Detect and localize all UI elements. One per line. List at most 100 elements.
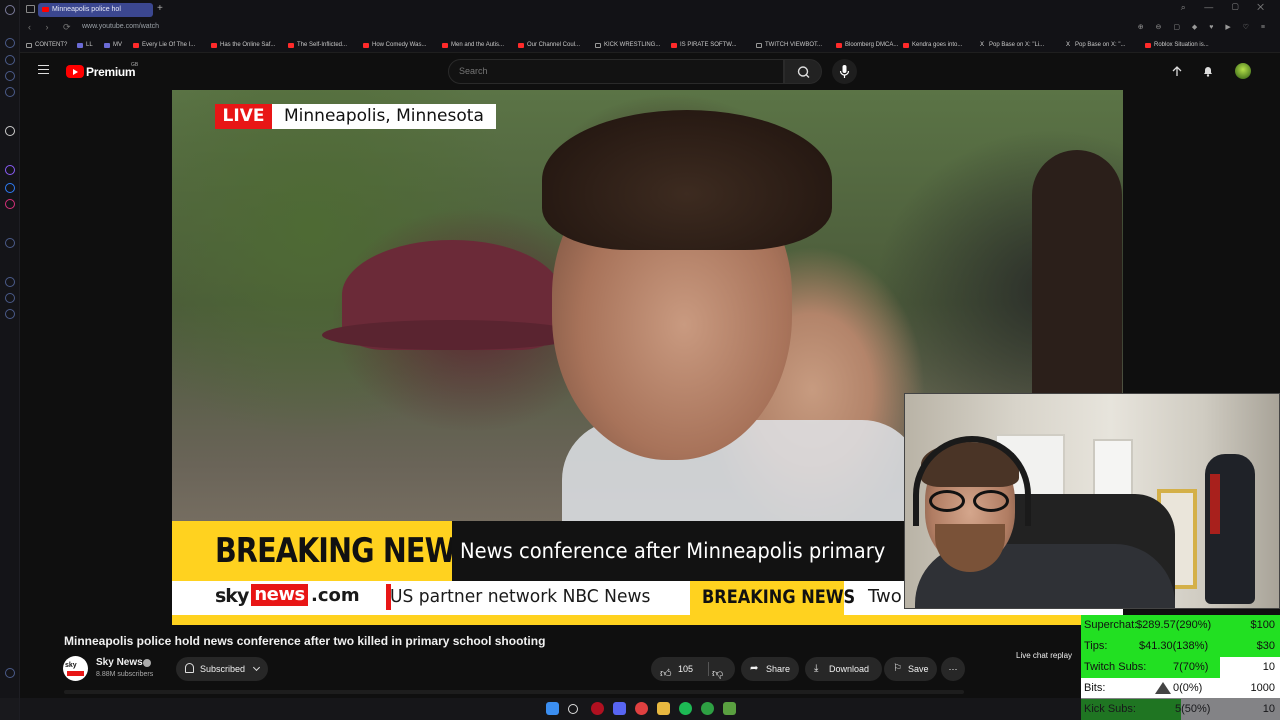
save-button[interactable]: ⚐ Save xyxy=(884,657,937,681)
streamer-webcam xyxy=(904,393,1280,609)
bookmark-item[interactable]: Kendra goes into... xyxy=(903,40,962,51)
opera-taskbar-icon[interactable] xyxy=(591,702,604,715)
bookmark-item[interactable]: Roblox Situation is... xyxy=(1145,40,1209,51)
xbox-icon[interactable] xyxy=(701,702,714,715)
arrow-icon[interactable] xyxy=(5,126,15,136)
bookmark-item[interactable]: MV xyxy=(104,40,122,51)
window-controls[interactable]: ⌕ — ▢ ✕ xyxy=(1181,2,1272,13)
windows-taskbar xyxy=(0,698,1280,720)
address-bar: ‹ › ⟳ www.youtube.com/watch ⊕ ⊖ ▢ ◆ ♥ ▶ … xyxy=(20,19,1280,38)
bookmark-item[interactable]: KICK WRESTLING... xyxy=(595,40,660,51)
share-button[interactable]: ➦ Share xyxy=(741,657,799,681)
bookmark-item[interactable]: TWITCH VIEWBOT... xyxy=(756,40,822,51)
site-favicon-icon xyxy=(77,43,83,48)
speaker-hair xyxy=(542,110,832,250)
youtube-favicon-icon xyxy=(42,7,49,12)
bookmark-item[interactable]: Bloomberg DMCA... xyxy=(836,40,898,51)
stat-goal: 1000 xyxy=(1250,682,1275,694)
instagram-icon[interactable] xyxy=(5,199,15,209)
discord-taskbar-icon[interactable] xyxy=(613,702,626,715)
bookmark-item[interactable]: IS PIRATE SOFTW... xyxy=(671,40,737,51)
obs-taskbar-icon[interactable] xyxy=(635,702,648,715)
channel-name[interactable]: Sky News xyxy=(96,657,143,668)
bookmark-label: Pop Base on X: "Li... xyxy=(989,42,1045,48)
stat-goal: $30 xyxy=(1256,640,1275,652)
url-field[interactable]: www.youtube.com/watch xyxy=(82,23,159,30)
bookmark-item[interactable]: LL xyxy=(77,40,93,51)
bookmark-label: Has the Online Saf... xyxy=(220,42,276,48)
bell-icon xyxy=(185,663,194,673)
folder-icon xyxy=(26,43,32,48)
notifications-bell-icon[interactable] xyxy=(1202,65,1214,77)
voice-search-button[interactable] xyxy=(832,59,857,84)
bookmark-item[interactable]: Our Channel Coul... xyxy=(518,40,580,51)
minecraft-icon[interactable] xyxy=(723,702,736,715)
upload-icon[interactable] xyxy=(1171,65,1183,77)
thumbs-up-icon[interactable]: 👍︎ xyxy=(660,662,672,686)
search-button[interactable] xyxy=(784,59,822,84)
stat-label: Tips: xyxy=(1084,640,1108,652)
tab-active[interactable]: Minneapolis police hol xyxy=(38,3,153,17)
youtube-brand[interactable]: Premium xyxy=(86,65,136,79)
file-explorer-icon[interactable] xyxy=(657,702,670,715)
like-count[interactable]: 105 xyxy=(678,657,693,681)
youtube-favicon-icon xyxy=(211,43,217,48)
search-input[interactable] xyxy=(459,66,759,76)
aria-icon[interactable] xyxy=(5,38,15,48)
opera-logo-icon[interactable] xyxy=(5,5,15,15)
downloads-icon[interactable] xyxy=(5,293,15,303)
bookmark-item[interactable]: X Pop Base on X: "Li... xyxy=(980,40,1044,51)
nav-buttons-icon[interactable]: ‹ › ⟳ xyxy=(28,22,77,33)
start-icon[interactable] xyxy=(546,702,559,715)
player-icon[interactable] xyxy=(5,238,15,248)
description-box-edge xyxy=(64,690,964,694)
live-chat-replay-label[interactable]: Live chat replay xyxy=(1016,651,1072,660)
channel-avatar[interactable]: sky xyxy=(63,656,88,681)
youtube-favicon-icon xyxy=(903,43,909,48)
menu-icon[interactable] xyxy=(38,65,49,74)
youtube-logo-icon[interactable] xyxy=(66,65,84,78)
stat-goal: $100 xyxy=(1250,619,1275,631)
messenger-icon[interactable] xyxy=(5,71,15,81)
stat-value: 7(70%) xyxy=(1173,661,1209,673)
bookmarks-bar: CONTENT? LL MV Every Lie Of The I... Has the… xyxy=(20,38,1280,53)
tab-menu-icon[interactable] xyxy=(26,5,35,13)
live-badge: LIVE xyxy=(215,104,272,129)
thumbs-down-icon[interactable]: 👎︎ xyxy=(712,662,723,686)
new-tab-button[interactable]: + xyxy=(157,3,163,14)
screen: Minneapolis police hol + ⌕ — ▢ ✕ ‹ › ⟳ w… xyxy=(0,0,1280,720)
subscribed-button[interactable]: Subscribed xyxy=(176,657,268,681)
more-icon[interactable] xyxy=(5,668,15,678)
bookmark-item[interactable]: X Pop Base on X: "... xyxy=(1066,40,1126,51)
save-label: Save xyxy=(908,664,929,674)
bookmark-item[interactable]: How Comedy Was... xyxy=(363,40,426,51)
bookmark-item[interactable]: Every Lie Of The I... xyxy=(133,40,195,51)
ticker-text: US partner network NBC News xyxy=(390,586,651,607)
verified-icon xyxy=(143,659,151,667)
discord-icon[interactable] xyxy=(5,87,15,97)
more-actions-button[interactable]: ⋯ xyxy=(941,657,965,681)
stat-row: Superchat: $289.57(290%) $100 xyxy=(1081,615,1280,636)
bookmark-item[interactable]: CONTENT? xyxy=(26,40,67,51)
download-button[interactable]: ⤓ Download xyxy=(805,657,882,681)
bookmark-icon: ⚐ xyxy=(893,663,902,674)
workspace-icon[interactable] xyxy=(5,55,15,65)
bookmark-item[interactable]: Men and the Autis... xyxy=(442,40,504,51)
youtube-header: Premium GB xyxy=(20,53,1280,90)
background-figure xyxy=(1032,150,1122,410)
settings-icon[interactable] xyxy=(5,309,15,319)
bookmark-label: Kendra goes into... xyxy=(912,42,963,48)
search-taskbar-icon[interactable] xyxy=(568,704,578,714)
stat-goal: 10 xyxy=(1262,661,1275,673)
sky-logo: sky xyxy=(215,585,249,607)
twitch-icon[interactable] xyxy=(5,165,15,175)
spotify-icon[interactable] xyxy=(679,702,692,715)
address-bar-actions-icon[interactable]: ⊕ ⊖ ▢ ◆ ♥ ▶ ♡ ≡ xyxy=(1138,23,1270,31)
facebook-messenger-icon[interactable] xyxy=(5,183,15,193)
history-icon[interactable] xyxy=(5,277,15,287)
bookmark-label: Pop Base on X: "... xyxy=(1075,42,1126,48)
like-dislike-group: 👍︎ 105 👎︎ xyxy=(651,657,735,681)
bookmark-item[interactable]: The Self-Inflicted... xyxy=(288,40,347,51)
account-avatar[interactable] xyxy=(1235,63,1251,79)
bookmark-item[interactable]: Has the Online Saf... xyxy=(211,40,275,51)
